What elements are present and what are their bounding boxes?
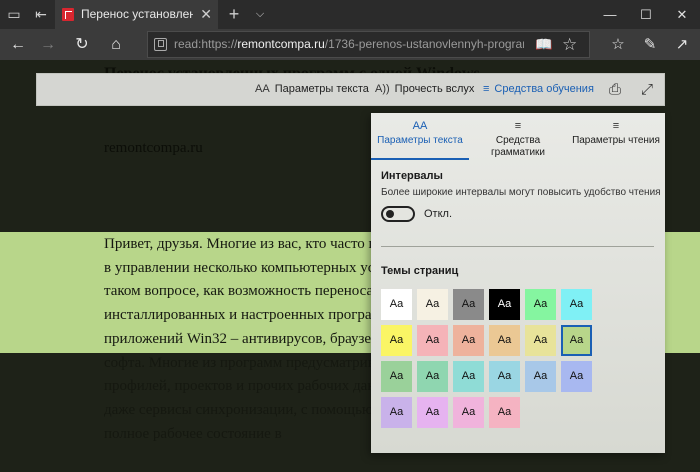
text-options-icon: AA [255,83,270,95]
spacing-toggle[interactable] [381,206,415,222]
new-tab-icon[interactable]: + [220,0,248,29]
theme-swatch[interactable]: Aa [489,289,520,320]
spacing-heading: Интервалы [381,170,443,182]
read-aloud-icon: A)) [375,83,390,95]
theme-swatch[interactable]: Aa [561,289,592,320]
theme-swatch[interactable]: Aa [561,361,592,392]
theme-swatch[interactable]: Aa [525,289,556,320]
theme-swatch[interactable]: Aa [417,361,448,392]
theme-swatch[interactable]: Aa [453,397,484,428]
tab-title: Перенос установленн [81,7,193,21]
divider [381,246,654,247]
theme-swatch[interactable]: Aa [453,325,484,356]
theme-swatch[interactable]: Aa [381,325,412,356]
home-icon[interactable]: ⌂ [101,29,131,60]
print-icon[interactable]: ⎙ [609,74,621,105]
reading-view-icon[interactable]: 📖 [535,36,552,53]
maximize-icon[interactable]: ☐ [628,0,664,29]
theme-swatch[interactable]: Aa [381,289,412,320]
reading-preferences-icon: ≡ [612,120,620,132]
refresh-icon[interactable]: ↻ [67,29,97,60]
reading-toolbar: AA Параметры текста A)) Прочесть вслух ≡ Ср… [36,73,665,106]
page-icon [154,38,167,51]
theme-swatch[interactable]: Aa [417,289,448,320]
chevron-down-icon[interactable]: ⌵ [246,0,274,29]
spacing-description: Более широкие интервалы могут повысить у… [381,187,661,198]
spacing-toggle-label: Откл. [424,208,453,220]
fullscreen-icon[interactable]: ⤢ [641,74,653,105]
title-bar: ▭ ⇤ Перенос установленн ✕ + ⌵ — ☐ ✕ [0,0,700,29]
active-tab[interactable]: Перенос установленн ✕ [55,0,218,29]
favorites-hub-icon[interactable]: ☆ [603,29,633,60]
tab-grammar-tools[interactable]: ≡ Средства грамматики [469,113,567,160]
theme-swatch[interactable]: Aa [381,361,412,392]
article-site[interactable]: remontcompa.ru [104,140,203,157]
share-icon[interactable]: ↗ [667,29,697,60]
address-url[interactable]: read:https://remontcompa.ru/1736-perenos… [174,32,524,57]
grammar-tools-icon: ≡ [514,120,522,132]
theme-swatch[interactable]: Aa [417,325,448,356]
theme-swatch[interactable]: Aa [525,361,556,392]
page-themes-heading: Темы страниц [381,265,459,277]
theme-swatch[interactable]: Aa [453,289,484,320]
learning-tools-panel: AA Параметры текста ≡ Средства грамматик… [371,113,665,453]
theme-swatch[interactable]: Aa [489,397,520,428]
theme-swatch[interactable]: Aa [489,361,520,392]
back-icon[interactable]: ← [3,29,33,60]
theme-swatch[interactable]: Aa [525,325,556,356]
theme-swatch[interactable]: Aa [489,325,520,356]
reading-view: Перенос установленных программ с одной W… [0,60,700,472]
tab-reading-preferences[interactable]: ≡ Параметры чтения [567,113,665,160]
text-options-button[interactable]: AA Параметры текста [255,74,369,105]
site-favicon-icon [62,8,74,21]
favorite-star-icon[interactable]: ☆ [562,32,577,57]
theme-swatch[interactable]: Aa [417,397,448,428]
theme-swatch[interactable]: Aa [561,325,592,356]
learning-tools-button[interactable]: ≡ Средства обучения [483,74,594,105]
tab-close-icon[interactable]: ✕ [200,0,212,29]
theme-swatch[interactable]: Aa [381,397,412,428]
learning-tools-icon: ≡ [483,83,490,95]
set-tabs-aside-icon[interactable]: ⇤ [27,0,55,29]
minimize-icon[interactable]: — [592,0,628,29]
forward-icon[interactable]: → [33,29,63,60]
tab-preview-icon[interactable]: ▭ [0,0,28,29]
theme-swatch[interactable]: Aa [453,361,484,392]
read-aloud-button[interactable]: A)) Прочесть вслух [375,74,474,105]
navigation-bar: ← → ↻ ⌂ read:https://remontcompa.ru/1736… [0,29,700,60]
tab-text-options[interactable]: AA Параметры текста [371,113,469,160]
pen-notes-icon[interactable]: ✎ [635,29,665,60]
text-options-icon: AA [412,120,428,132]
close-window-icon[interactable]: ✕ [664,0,700,29]
address-bar[interactable]: read:https://remontcompa.ru/1736-perenos… [147,31,590,58]
